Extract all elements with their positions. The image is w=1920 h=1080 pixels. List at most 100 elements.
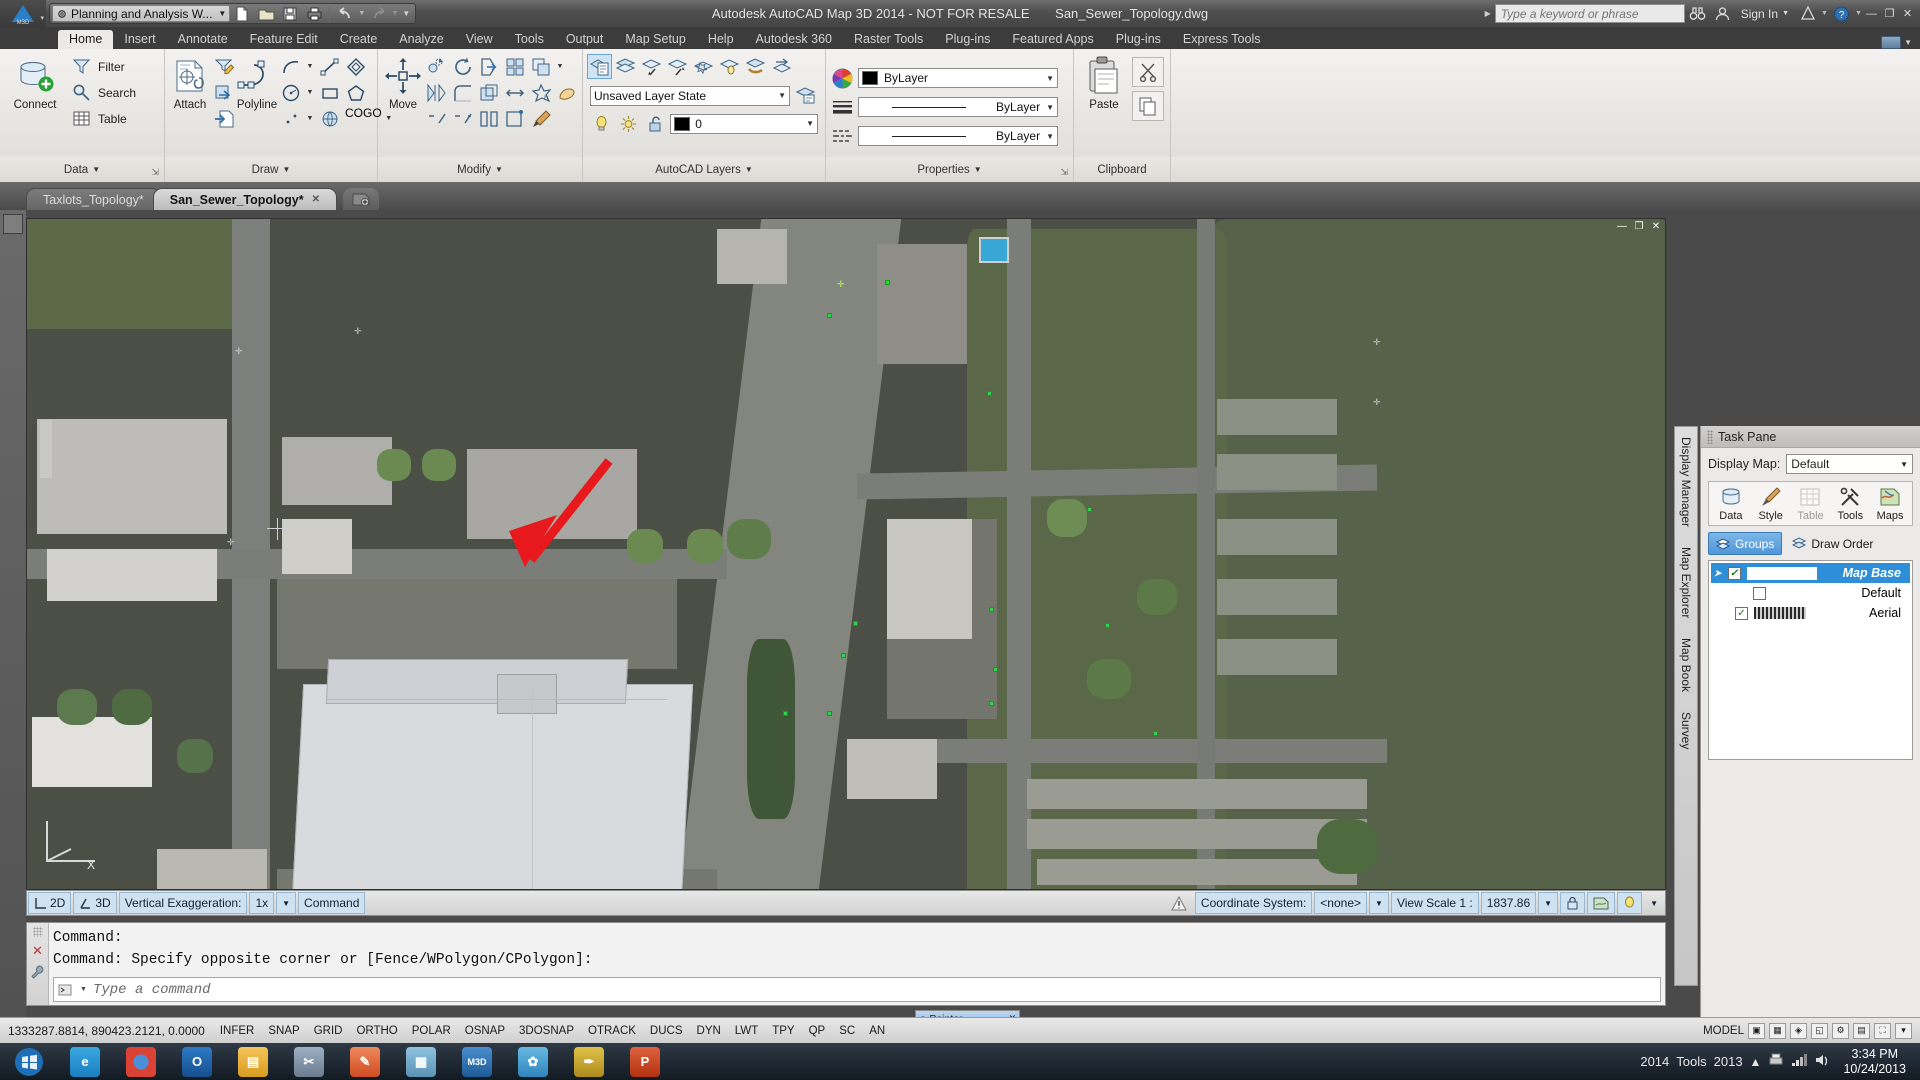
point-icon[interactable] xyxy=(278,106,303,131)
tab-output[interactable]: Output xyxy=(555,30,615,49)
polygon-diamond-icon[interactable] xyxy=(343,54,368,79)
layer-isolate-icon[interactable] xyxy=(691,54,716,79)
view-scale-value[interactable]: 1837.86 xyxy=(1480,892,1537,914)
toggle-ortho[interactable]: ORTHO xyxy=(349,1021,404,1041)
task-pane-data-button[interactable]: Data xyxy=(1711,485,1751,522)
coordinate-system-value[interactable]: <none> xyxy=(1314,892,1368,914)
cut-icon[interactable] xyxy=(1132,57,1164,87)
toggle-otrack[interactable]: OTRACK xyxy=(581,1021,643,1041)
workspace-caret-icon[interactable]: ▼ xyxy=(212,9,226,18)
restore-icon[interactable]: ❐ xyxy=(1632,221,1646,235)
vertical-exaggeration-dropdown[interactable]: ▼ xyxy=(276,892,297,914)
tab-create[interactable]: Create xyxy=(329,30,389,49)
connect-button[interactable]: Connect xyxy=(4,52,66,157)
view-scale-dropdown[interactable]: ▼ xyxy=(1538,892,1559,914)
drag-dots-icon[interactable] xyxy=(1707,429,1713,444)
tab-annotate[interactable]: Annotate xyxy=(167,30,239,49)
task-pane-tools-button[interactable]: Tools xyxy=(1830,485,1870,522)
panel-modify-caret-icon[interactable]: ▼ xyxy=(495,165,503,174)
network-icon[interactable] xyxy=(1791,1053,1808,1070)
tab-plugins[interactable]: Plug-ins xyxy=(934,30,1001,49)
layer-off-icon[interactable] xyxy=(639,54,664,79)
redo-icon[interactable] xyxy=(366,4,390,24)
autocad-map3d-icon[interactable]: M3D xyxy=(450,1044,504,1079)
new-drawing-tab-icon[interactable] xyxy=(343,188,379,210)
toggle-qp[interactable]: QP xyxy=(802,1021,833,1041)
array-icon[interactable] xyxy=(502,54,527,79)
panel-data-dialog-launcher-icon[interactable]: ⇲ xyxy=(151,167,159,178)
break-icon[interactable] xyxy=(450,106,475,131)
command-window-grip[interactable]: ✕ xyxy=(27,923,49,1005)
redo-caret-icon[interactable]: ▼ xyxy=(390,10,399,17)
exchange-caret-icon[interactable]: ▼ xyxy=(1820,10,1829,17)
tab-raster-tools[interactable]: Raster Tools xyxy=(843,30,934,49)
circle-icon[interactable] xyxy=(278,80,303,105)
tab-autodesk-360[interactable]: Autodesk 360 xyxy=(745,30,843,49)
panel-label-autocad-layers[interactable]: AutoCAD Layers ▼ xyxy=(583,157,826,182)
layer-freeze-icon[interactable] xyxy=(743,54,768,79)
aerial-checkbox[interactable]: ✓ xyxy=(1735,606,1748,620)
tab-tools[interactable]: Tools xyxy=(504,30,555,49)
panel-layers-caret-icon[interactable]: ▼ xyxy=(745,165,753,174)
tab-featured-apps[interactable]: Featured Apps xyxy=(1001,30,1104,49)
close-icon[interactable]: ✕ xyxy=(1649,221,1663,235)
toggle-grid[interactable]: GRID xyxy=(307,1021,350,1041)
lock-icon[interactable] xyxy=(1560,892,1586,914)
import-icon[interactable] xyxy=(211,80,236,105)
layer-unlock-icon[interactable] xyxy=(643,111,667,136)
annotation-scale-icon[interactable]: ▦ xyxy=(1769,1022,1786,1039)
filter-button[interactable]: Filter xyxy=(66,54,139,79)
toggle-3dosnap[interactable]: 3DOSNAP xyxy=(512,1021,581,1041)
default-checkbox[interactable] xyxy=(1753,586,1766,600)
task-pane-style-button[interactable]: Style xyxy=(1751,485,1791,522)
modify-expand-icon[interactable]: ▼ xyxy=(554,54,566,79)
color-combo[interactable]: ByLayer ▼ xyxy=(858,68,1058,88)
tab-map-explorer[interactable]: Map Explorer xyxy=(1675,537,1697,628)
infocenter-caret-icon[interactable]: ▶ xyxy=(1481,9,1495,18)
search-input[interactable] xyxy=(1494,4,1685,23)
break-at-point-icon[interactable] xyxy=(476,106,501,131)
task-pane-tab-groups[interactable]: Groups xyxy=(1708,532,1783,555)
copy-icon[interactable] xyxy=(424,54,449,79)
lightbulb-icon[interactable] xyxy=(1617,892,1643,914)
panel-label-data[interactable]: Data ▼ ⇲ xyxy=(0,157,165,182)
minimize-icon[interactable]: — xyxy=(1615,221,1629,235)
display-map-caret-icon[interactable]: ▼ xyxy=(1900,460,1908,469)
task-pane-maps-button[interactable]: Maps xyxy=(1870,485,1910,522)
annotation-visibility-icon[interactable]: ◈ xyxy=(1790,1022,1807,1039)
printer-icon[interactable] xyxy=(1768,1053,1784,1070)
fillet-icon[interactable] xyxy=(450,80,475,105)
coordinate-system-dropdown[interactable]: ▼ xyxy=(1369,892,1389,914)
polyline-button[interactable]: Polyline xyxy=(236,52,278,157)
navigation-bar[interactable] xyxy=(39,419,53,479)
toggle-tpy[interactable]: TPY xyxy=(765,1021,801,1041)
flower-app-icon[interactable]: ✿ xyxy=(506,1044,560,1079)
cogo-icon[interactable] xyxy=(317,106,342,131)
circle-dropdown-icon[interactable]: ▼ xyxy=(304,80,316,105)
application-menu-button[interactable]: M3D ▾ xyxy=(0,0,46,27)
expander-icon[interactable]: ➤ xyxy=(1714,568,1722,579)
calculator-icon[interactable]: ▦ xyxy=(394,1044,448,1079)
layer-properties-icon[interactable] xyxy=(587,54,612,79)
trim-icon[interactable] xyxy=(476,54,501,79)
plot-icon[interactable] xyxy=(302,4,326,24)
panel-draw-caret-icon[interactable]: ▼ xyxy=(282,165,290,174)
table-button[interactable]: Table xyxy=(66,106,139,131)
stretch-icon[interactable] xyxy=(502,80,527,105)
hardware-accel-icon[interactable]: ▤ xyxy=(1853,1022,1870,1039)
linetype-combo[interactable]: ByLayer ▼ xyxy=(858,97,1058,117)
undo-caret-icon[interactable]: ▼ xyxy=(357,10,366,17)
command-mode-button[interactable]: Command xyxy=(298,892,366,914)
toggle-dyn[interactable]: DYN xyxy=(690,1021,728,1041)
volume-icon[interactable] xyxy=(1814,1053,1830,1070)
warning-triangle-icon[interactable] xyxy=(1165,892,1193,914)
auto-scale-icon[interactable]: ◱ xyxy=(1811,1022,1828,1039)
layer-state-caret-icon[interactable]: ▼ xyxy=(772,91,786,100)
tab-plugins-2[interactable]: Plug-ins xyxy=(1105,30,1172,49)
taskbar-clock[interactable]: 3:34 PM 10/24/2013 xyxy=(1837,1047,1912,1077)
file-explorer-icon[interactable]: ▤ xyxy=(226,1044,280,1079)
panel-data-caret-icon[interactable]: ▼ xyxy=(92,165,100,174)
map-status-expand-icon[interactable]: ▼ xyxy=(1644,892,1664,914)
toggle-osnap[interactable]: OSNAP xyxy=(458,1021,512,1041)
layer-state-combo[interactable]: Unsaved Layer State ▼ xyxy=(590,85,790,106)
